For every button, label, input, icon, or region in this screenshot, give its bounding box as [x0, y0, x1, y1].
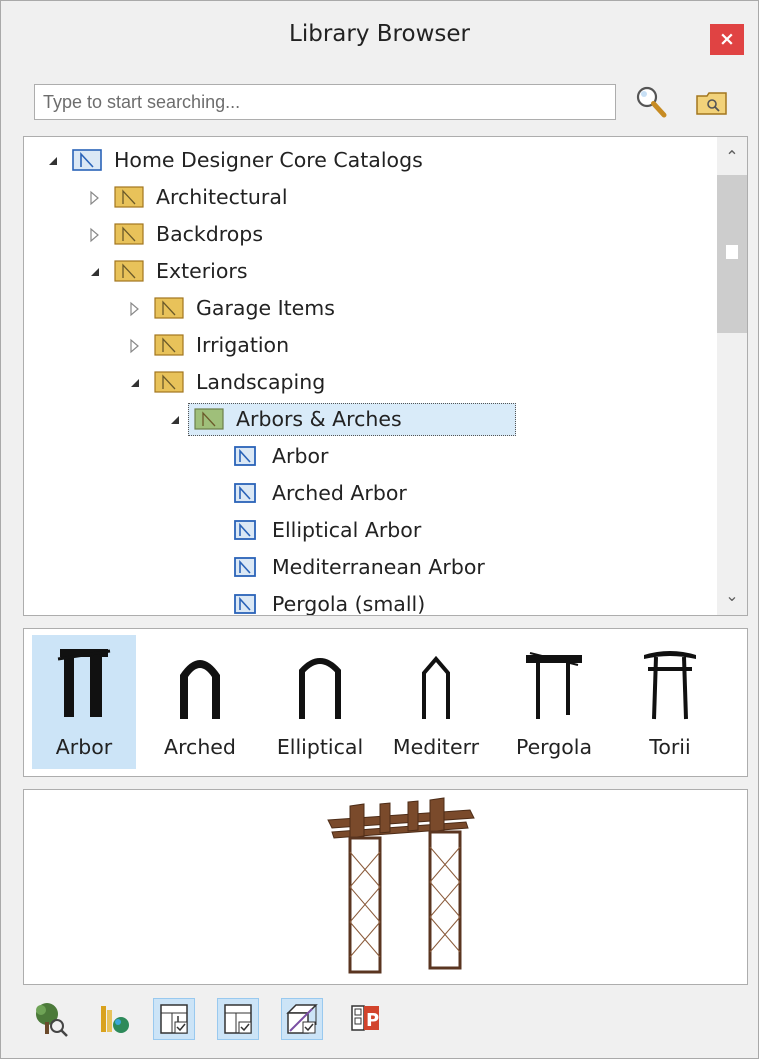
arbor-thumbnail-icon	[299, 658, 341, 719]
show-thumbnails-icon	[160, 1004, 188, 1034]
search-button[interactable]	[633, 84, 671, 122]
arbor-thumbnail-icon	[57, 649, 111, 717]
tree-item[interactable]: Elliptical Arbor	[24, 514, 714, 546]
thumbnail-item[interactable]: Pergola	[502, 635, 606, 769]
show-3d-preview-icon	[286, 1004, 318, 1034]
tree-item-label: Pergola (small)	[272, 592, 426, 616]
object-icon	[234, 592, 258, 615]
tree-item-label: Arbors & Arches	[236, 407, 402, 431]
properties-icon: P	[351, 1005, 379, 1031]
tree-item[interactable]: Exteriors	[24, 255, 714, 287]
tree-item[interactable]: Backdrops	[24, 218, 714, 250]
object-icon	[234, 518, 258, 551]
arbor-thumbnail-icon	[422, 655, 450, 719]
tree-item[interactable]: Garage Items	[24, 292, 714, 324]
folder-icon	[154, 296, 184, 329]
properties-button[interactable]: P	[345, 998, 387, 1040]
library-sun-icon	[101, 1006, 129, 1033]
show-preview-icon	[224, 1004, 252, 1034]
catalog-icon	[72, 148, 102, 181]
library-browser-window: Library Browser × ⌃ ⌄ Home Designer Core…	[0, 0, 759, 1059]
tree-item-label: Arched Arbor	[272, 481, 407, 505]
thumbnail-item[interactable]: Mediterr	[384, 635, 488, 769]
tree-item[interactable]: Landscaping	[24, 366, 714, 398]
thumbnail-label: Pergola	[515, 735, 593, 759]
tree-item[interactable]: Pergola (small)	[24, 588, 714, 616]
folder-icon	[194, 407, 224, 440]
thumbnail-panel: Arbor Arched Elliptical Mediterr Pergola Tori…	[23, 628, 748, 777]
collapse-arrow-icon[interactable]	[46, 144, 60, 176]
show-preview-button[interactable]	[217, 998, 259, 1040]
scroll-down-arrow-icon[interactable]: ⌄	[717, 581, 747, 611]
expand-arrow-icon[interactable]	[88, 181, 102, 213]
scrollbar-grip	[726, 245, 738, 259]
tree-item[interactable]: Arched Arbor	[24, 477, 714, 509]
plant-chooser-button[interactable]	[29, 998, 71, 1040]
preview-panel	[23, 789, 748, 985]
close-button[interactable]: ×	[710, 24, 744, 55]
object-icon	[234, 481, 258, 514]
tree-item-label: Arbor	[272, 444, 329, 468]
folder-icon	[114, 259, 144, 292]
collapse-arrow-icon[interactable]	[128, 366, 142, 398]
tree-item-label: Exteriors	[156, 259, 248, 283]
thumbnail-item[interactable]: Arbor	[32, 635, 136, 769]
tree-item-label: Garage Items	[196, 296, 335, 320]
library-tree[interactable]: ⌃ ⌄ Home Designer Core Catalogs Architect…	[23, 136, 748, 616]
library-sun-button[interactable]	[93, 998, 135, 1040]
folder-icon	[154, 333, 184, 366]
thumbnail-label: Arbor	[55, 735, 113, 759]
show-thumbnails-button[interactable]	[153, 998, 195, 1040]
expand-arrow-icon[interactable]	[128, 292, 142, 324]
tree-item[interactable]: Irrigation	[24, 329, 714, 361]
plant-chooser-icon	[36, 1003, 68, 1037]
search-icon	[636, 86, 667, 118]
show-3d-preview-button[interactable]	[281, 998, 323, 1040]
thumbnail-item[interactable]: Torii	[618, 635, 722, 769]
folder-icon	[154, 370, 184, 403]
tree-item-label: Home Designer Core Catalogs	[114, 148, 423, 172]
bottom-toolbar: P	[23, 991, 748, 1051]
tree-item[interactable]: Arbor	[24, 440, 714, 472]
arbor-thumbnail-icon	[526, 652, 582, 719]
tree-item-label: Architectural	[156, 185, 288, 209]
expand-arrow-icon[interactable]	[88, 218, 102, 250]
arbor-preview-image	[327, 797, 475, 974]
folder-icon	[114, 185, 144, 218]
object-icon	[234, 444, 258, 477]
tree-item-label: Elliptical Arbor	[272, 518, 422, 542]
search-input[interactable]	[34, 84, 616, 120]
arbor-thumbnail-icon	[180, 660, 220, 719]
scroll-up-arrow-icon[interactable]: ⌃	[717, 142, 747, 172]
tree-item[interactable]: Architectural	[24, 181, 714, 213]
svg-text:P: P	[366, 1010, 379, 1031]
folder-icon	[114, 222, 144, 255]
collapse-arrow-icon[interactable]	[168, 403, 182, 435]
tree-item[interactable]: Mediterranean Arbor	[24, 551, 714, 583]
thumbnail-item[interactable]: Arched	[148, 635, 252, 769]
tree-item-label: Irrigation	[196, 333, 290, 357]
scrollbar-thumb[interactable]	[717, 175, 747, 333]
folder-search-icon	[696, 92, 727, 115]
tree-item[interactable]: Arbors & Arches	[24, 403, 714, 436]
thumbnail-item[interactable]: Elliptical	[268, 635, 372, 769]
tree-item-label: Mediterranean Arbor	[272, 555, 485, 579]
browse-folder-button[interactable]	[694, 88, 730, 120]
tree-item-label: Backdrops	[156, 222, 263, 246]
window-title: Library Browser	[289, 21, 470, 47]
thumbnail-label: Torii	[649, 735, 691, 759]
object-icon	[234, 555, 258, 588]
tree-scrollbar[interactable]: ⌃ ⌄	[717, 137, 747, 615]
arbor-thumbnail-icon	[644, 651, 696, 720]
title-bar[interactable]: Library Browser ×	[1, 1, 758, 71]
tree-item[interactable]: Home Designer Core Catalogs	[24, 144, 714, 176]
thumbnail-label: Arched	[164, 735, 236, 759]
thumbnail-label: Mediterr	[392, 735, 480, 759]
collapse-arrow-icon[interactable]	[88, 255, 102, 287]
expand-arrow-icon[interactable]	[128, 329, 142, 361]
tree-item-label: Landscaping	[196, 370, 326, 394]
thumbnail-label: Elliptical	[276, 735, 364, 759]
